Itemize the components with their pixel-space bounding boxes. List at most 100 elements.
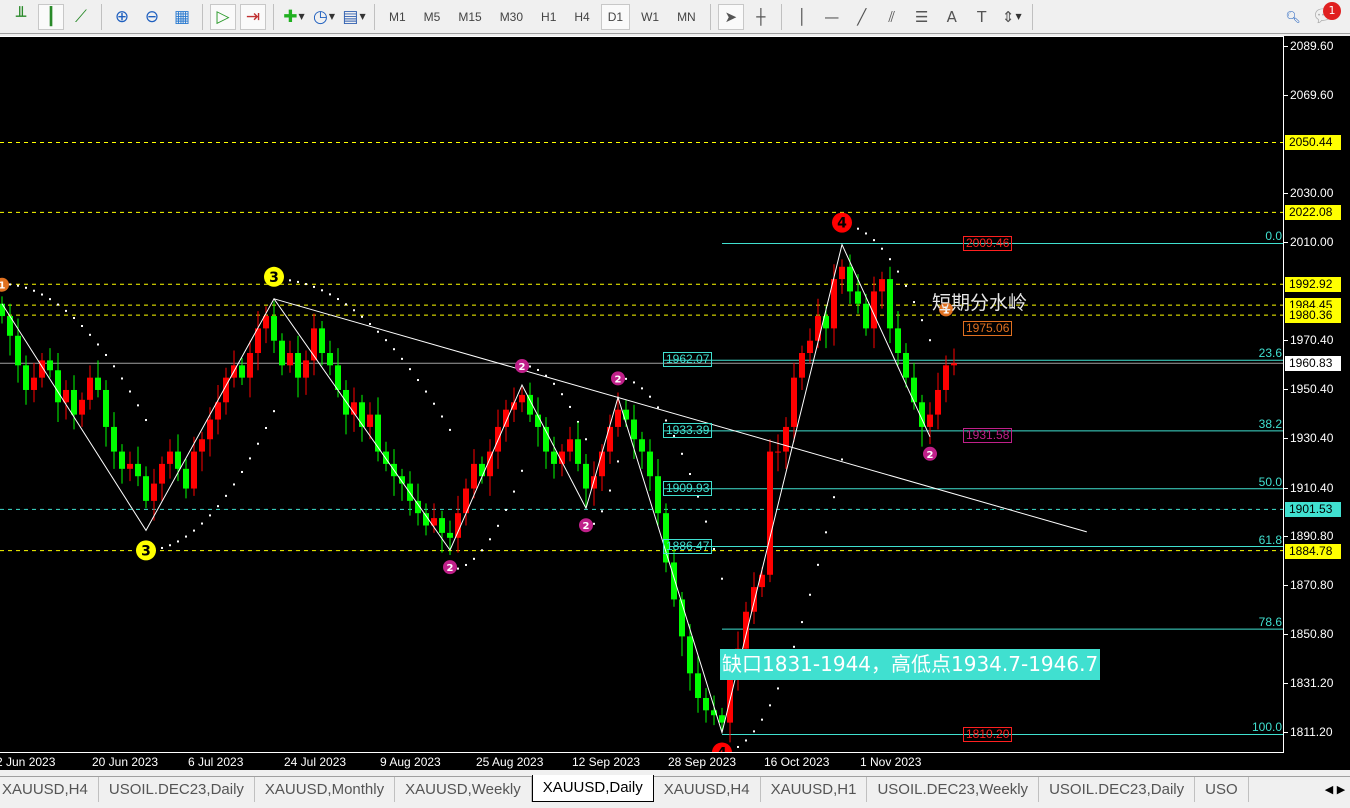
price-tick-mark xyxy=(1284,585,1288,587)
notifications-button[interactable]: 💬︎ 1 xyxy=(1310,1,1341,30)
tabs-scroll-arrows[interactable]: ◀ ▶ xyxy=(1320,777,1350,802)
sar-dot xyxy=(425,390,427,393)
chart-tab[interactable]: XAUUSD,H4 xyxy=(654,777,761,802)
price-box: 1931.58 xyxy=(963,428,1013,444)
fibonacci-tool[interactable]: ☰ xyxy=(909,4,935,30)
horizontal-line-tool[interactable]: — xyxy=(819,4,845,30)
sar-dot xyxy=(337,298,339,301)
toolbar: ╨ ┃ ⟋ ⊕ ⊖ ▦ ▷ ⇥ ✚ ▼ ◷ ▼ ▤ ▼ M1 M5 M15 M30 H1 H4 D1 W1 MN ➤ ┼ │ — ╱ ⫽… xyxy=(0,0,1350,34)
templates-button[interactable]: ▤ ▼ xyxy=(341,4,367,30)
equidistant-channel-tool[interactable]: ⫽ xyxy=(879,4,905,30)
timeframe-d1[interactable]: D1 xyxy=(600,3,631,30)
fib-ratio-label: 23.6 xyxy=(1258,346,1282,361)
price-tick-label: 2030.00 xyxy=(1290,185,1334,200)
search-button[interactable]: 🔍︎ xyxy=(1280,4,1306,30)
candle-body xyxy=(159,463,165,484)
chart-tab[interactable]: XAUUSD,Weekly xyxy=(395,777,532,802)
zoom-out-button[interactable]: ⊖ xyxy=(139,4,165,30)
candle-body xyxy=(175,451,181,469)
vertical-line-icon: │ xyxy=(797,7,807,26)
candle-body xyxy=(839,266,845,280)
trendline-tool[interactable]: ╱ xyxy=(849,4,875,30)
sar-dot xyxy=(553,382,555,385)
sar-dot xyxy=(265,426,267,429)
sar-dot xyxy=(921,319,923,322)
price-tick-label: 1870.80 xyxy=(1290,578,1334,593)
date-tick-label: 24 Jul 2023 xyxy=(284,755,347,769)
arrows-tool[interactable]: ⇕ ▼ xyxy=(999,4,1025,30)
price-tick-label: 2010.00 xyxy=(1290,235,1334,250)
timeframe-w1[interactable]: W1 xyxy=(634,4,666,30)
tile-windows-icon: ▦ xyxy=(173,6,191,27)
text-label-icon: T xyxy=(977,7,987,26)
chart-tab[interactable]: USOIL.DEC23,Weekly xyxy=(867,777,1040,802)
tile-windows-button[interactable]: ▦ xyxy=(169,4,195,30)
candle-body xyxy=(703,697,709,711)
chart-tab[interactable]: USOIL.DEC23,Daily xyxy=(99,777,255,802)
sar-dot xyxy=(81,325,83,328)
price-tick-mark xyxy=(1284,487,1288,489)
timeframe-m30[interactable]: M30 xyxy=(493,4,530,30)
equidistant-channel-icon: ⫽ xyxy=(888,7,896,26)
date-tick-label: 16 Oct 2023 xyxy=(764,755,830,769)
cursor-tool[interactable]: ➤ xyxy=(717,3,744,30)
candle-body xyxy=(367,414,373,427)
chart-tab[interactable]: XAUUSD,H1 xyxy=(761,777,868,802)
candle-body xyxy=(15,335,21,366)
chart-tab[interactable]: XAUUSD,Daily xyxy=(531,775,654,802)
toolbar-separator xyxy=(101,3,102,30)
chart-window[interactable]: 33442222211 短期分水岭 缺口1831-1944，高低点1934.7-… xyxy=(0,36,1350,770)
sar-dot xyxy=(121,377,123,380)
sar-dot xyxy=(801,621,803,624)
timeframe-mn[interactable]: MN xyxy=(670,4,703,30)
chart-tab[interactable]: XAUUSD,H4 xyxy=(0,777,99,802)
sar-dot xyxy=(385,339,387,342)
notification-badge: 1 xyxy=(1323,1,1341,20)
candle-body xyxy=(927,414,933,427)
candle-body xyxy=(271,316,277,341)
chart-tab[interactable]: USOIL.DEC23,Daily xyxy=(1039,777,1196,802)
timeframe-h4[interactable]: H4 xyxy=(567,4,596,30)
timeframe-m15[interactable]: M15 xyxy=(451,4,488,30)
fib-ratio-label: 100.0 xyxy=(1251,720,1282,735)
sar-dot xyxy=(201,522,203,525)
sar-dot xyxy=(97,343,99,346)
timeframe-h1[interactable]: H1 xyxy=(534,4,563,30)
chart-shift-button[interactable]: ⇥ xyxy=(240,3,266,30)
text-label-tool[interactable]: T xyxy=(969,4,995,30)
price-chart[interactable]: 33442222211 xyxy=(0,36,1283,752)
sar-dot xyxy=(297,280,299,283)
wave-marker-label: 2 xyxy=(447,563,454,574)
price-axis-line xyxy=(1283,36,1284,752)
sar-dot xyxy=(105,353,107,356)
wave-marker-label: 2 xyxy=(615,374,622,385)
fib-price-label: 1962.07 xyxy=(663,352,713,368)
zoom-in-button[interactable]: ⊕ xyxy=(109,4,135,30)
chart-tab[interactable]: USO xyxy=(1195,777,1249,802)
sar-dot xyxy=(529,365,531,368)
toolbar-separator xyxy=(780,3,782,30)
periods-clock-button[interactable]: ◷ ▼ xyxy=(311,4,337,30)
bar-chart-button[interactable]: ╨ xyxy=(8,4,34,30)
sar-dot xyxy=(721,577,723,580)
date-tick-label: 12 Sep 2023 xyxy=(572,755,641,769)
sar-dot xyxy=(369,322,371,325)
vertical-line-tool[interactable]: │ xyxy=(789,4,815,30)
text-tool[interactable]: A xyxy=(939,4,965,30)
sar-dot xyxy=(713,547,715,550)
horizontal-line-icon: — xyxy=(824,7,840,26)
candle-body xyxy=(399,476,405,484)
timeframe-m5[interactable]: M5 xyxy=(417,4,448,30)
date-tick-label: 28 Sep 2023 xyxy=(668,755,737,769)
chart-tab[interactable]: XAUUSD,Monthly xyxy=(255,777,396,802)
sar-dot xyxy=(145,419,147,422)
timeframe-m1[interactable]: M1 xyxy=(382,4,413,30)
candlestick-chart-button[interactable]: ┃ xyxy=(38,3,64,30)
sar-dot xyxy=(49,298,51,301)
indicators-button[interactable]: ✚ ▼ xyxy=(281,4,307,30)
fib-ratio-label: 0.0 xyxy=(1265,229,1282,244)
sar-dot xyxy=(209,514,211,517)
auto-scroll-button[interactable]: ▷ xyxy=(210,3,236,30)
crosshair-tool[interactable]: ┼ xyxy=(748,4,774,30)
line-chart-button[interactable]: ⟋ xyxy=(68,4,94,30)
